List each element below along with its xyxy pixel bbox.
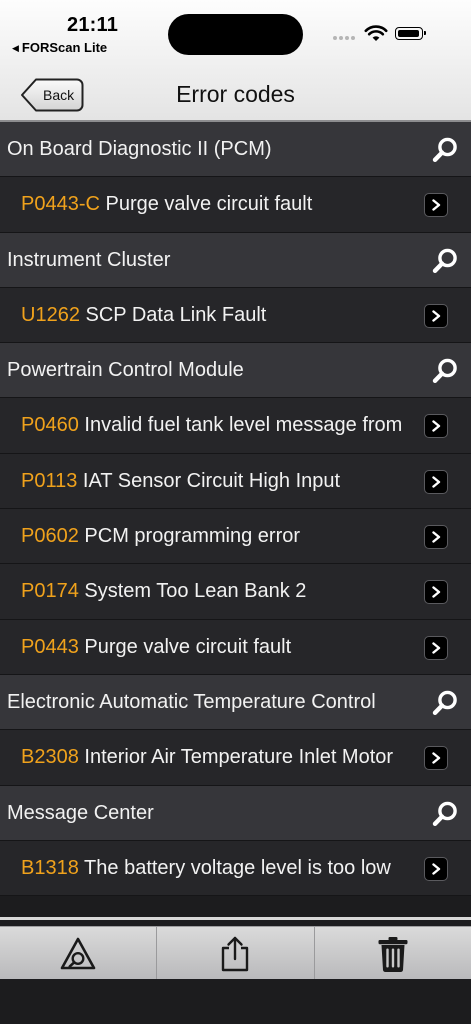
- back-app-label: FORScan Lite: [21, 40, 108, 55]
- dtc-code: P0602: [21, 525, 79, 548]
- dtc-description: Purge valve circuit fault: [105, 193, 313, 216]
- section-header[interactable]: Powertrain Control Module: [0, 343, 471, 399]
- search-icon[interactable]: [431, 357, 459, 385]
- dtc-code: P0443-C: [21, 193, 100, 216]
- chevron-right-icon[interactable]: [424, 469, 448, 494]
- chevron-right-icon[interactable]: [424, 580, 448, 605]
- search-icon[interactable]: [431, 800, 459, 828]
- chevron-right-icon[interactable]: [424, 414, 448, 439]
- error-codes-list[interactable]: On Board Diagnostic II (PCM) P0443-C Purg…: [0, 122, 471, 918]
- dtc-description: Invalid fuel tank level message from: [84, 414, 403, 437]
- error-code-text: P0443-C Purge valve circuit fault: [21, 177, 413, 232]
- error-code-text: P0113 IAT Sensor Circuit High Input: [21, 454, 413, 509]
- dtc-description: PCM programming error: [84, 525, 301, 548]
- scan-button[interactable]: [0, 927, 158, 980]
- cellular-signal-icon: [333, 36, 359, 42]
- chevron-right-icon[interactable]: [424, 635, 448, 660]
- share-button[interactable]: [157, 927, 315, 980]
- battery-icon: [395, 27, 426, 40]
- dtc-code: B1318: [21, 856, 79, 879]
- chevron-right-icon[interactable]: [424, 303, 448, 328]
- dtc-code: P0460: [21, 414, 79, 437]
- section-title: Powertrain Control Module: [7, 359, 244, 382]
- error-code-text: P0443 Purge valve circuit fault: [21, 620, 413, 675]
- error-code-text: U1262 SCP Data Link Fault: [21, 288, 413, 343]
- error-code-row[interactable]: B1318 The battery voltage level is too l…: [0, 840, 471, 897]
- section-header[interactable]: Message Center: [0, 785, 471, 841]
- chevron-right-icon[interactable]: [424, 856, 448, 881]
- section-title: Electronic Automatic Temperature Control: [7, 690, 376, 713]
- section-title: On Board Diagnostic II (PCM): [7, 138, 272, 160]
- dtc-description: The battery voltage level is too low: [84, 856, 391, 879]
- dtc-code: U1262: [21, 303, 80, 326]
- section-header[interactable]: Electronic Automatic Temperature Control: [0, 674, 471, 731]
- back-to-app-link[interactable]: ◀ FORScan Lite: [12, 40, 107, 55]
- search-icon[interactable]: [431, 247, 459, 275]
- page-title: Error codes: [176, 81, 295, 107]
- error-code-row[interactable]: P0443-C Purge valve circuit fault: [0, 177, 471, 233]
- error-code-text: P0460 Invalid fuel tank level message fr…: [21, 398, 413, 453]
- dtc-code: B2308: [21, 746, 79, 769]
- error-code-text: P0174 System Too Lean Bank 2: [21, 564, 413, 619]
- error-code-text: P0602 PCM programming error: [21, 509, 413, 564]
- error-code-row[interactable]: P0602 PCM programming error: [0, 509, 471, 565]
- chevron-right-icon[interactable]: [424, 746, 448, 771]
- dynamic-island: [168, 14, 303, 55]
- dtc-code: P0113: [21, 469, 78, 492]
- dtc-code: P0443: [21, 635, 79, 658]
- error-code-text: B1318 The battery voltage level is too l…: [21, 841, 413, 896]
- error-code-row[interactable]: B2308 Interior Air Temperature Inlet Mot…: [0, 730, 471, 786]
- search-icon[interactable]: [431, 136, 459, 164]
- wifi-icon: [364, 25, 388, 41]
- trash-icon: [378, 936, 408, 972]
- dtc-description: IAT Sensor Circuit High Input: [82, 469, 341, 492]
- error-code-row[interactable]: P0460 Invalid fuel tank level message fr…: [0, 398, 471, 454]
- section-header[interactable]: On Board Diagnostic II (PCM): [0, 122, 471, 178]
- back-triangle-icon: ◀: [12, 43, 19, 53]
- scan-icon: [60, 937, 96, 969]
- section-header[interactable]: Instrument Cluster: [0, 232, 471, 288]
- home-indicator-area: [0, 979, 471, 1024]
- error-code-row[interactable]: P0174 System Too Lean Bank 2: [0, 564, 471, 620]
- status-time: 21:11: [67, 14, 119, 36]
- error-code-row[interactable]: U1262 SCP Data Link Fault: [0, 287, 471, 344]
- dtc-description: Interior Air Temperature Inlet Motor: [84, 746, 394, 769]
- dtc-code: P0174: [21, 580, 79, 603]
- share-icon: [222, 936, 249, 971]
- chevron-right-icon[interactable]: [424, 525, 448, 550]
- dtc-description: SCP Data Link Fault: [85, 303, 267, 326]
- chevron-right-icon[interactable]: [424, 193, 448, 218]
- section-title: Instrument Cluster: [7, 248, 171, 271]
- dtc-description: Purge valve circuit fault: [84, 635, 292, 658]
- section-title: Message Center: [7, 801, 154, 824]
- search-icon[interactable]: [431, 689, 459, 717]
- error-code-row[interactable]: P0443 Purge valve circuit fault: [0, 619, 471, 675]
- error-code-row[interactable]: P0113 IAT Sensor Circuit High Input: [0, 453, 471, 510]
- delete-button[interactable]: [315, 927, 471, 980]
- toolbar-divider: [0, 917, 471, 920]
- dtc-description: System Too Lean Bank 2: [84, 580, 307, 603]
- bottom-toolbar: [0, 926, 471, 980]
- navigation-header: 21:11 ◀ FORScan Lite Back Error codes: [0, 0, 471, 122]
- error-code-text: B2308 Interior Air Temperature Inlet Mot…: [21, 730, 413, 785]
